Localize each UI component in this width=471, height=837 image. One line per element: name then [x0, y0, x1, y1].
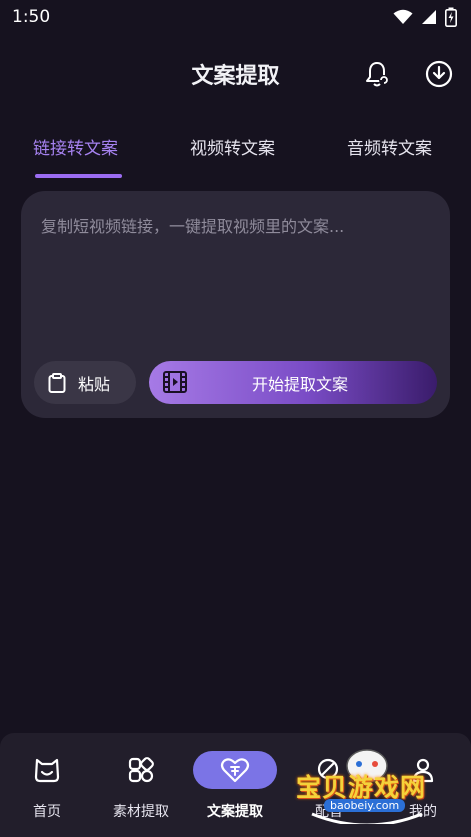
- link-input-card: 复制短视频链接，一键提取视频里的文案... 粘贴 开始提取文案: [21, 191, 450, 418]
- nav-material-extract[interactable]: 素材提取: [94, 733, 188, 837]
- download-circle-icon: [425, 60, 453, 88]
- nav-text-extract-label: 文案提取: [207, 804, 263, 820]
- home-face-icon: [34, 758, 60, 783]
- nav-material-extract-label: 素材提取: [113, 804, 169, 820]
- link-input[interactable]: 复制短视频链接，一键提取视频里的文案...: [41, 213, 430, 237]
- nav-text-extract[interactable]: 文案提取: [188, 733, 282, 837]
- signal-icon: [422, 10, 436, 24]
- status-icons: [393, 7, 457, 27]
- material-icon: [128, 757, 154, 783]
- battery-icon: [445, 7, 457, 27]
- clipboard-icon: [48, 372, 66, 393]
- active-tab-indicator: [35, 174, 122, 178]
- nav-home[interactable]: 首页: [0, 733, 94, 837]
- download-button[interactable]: [423, 58, 455, 90]
- film-icon: [163, 371, 187, 393]
- wifi-icon: [393, 9, 413, 24]
- page-title: 文案提取: [191, 64, 280, 89]
- tab-bar: 链接转文案 视频转文案 音频转文案: [0, 128, 471, 182]
- text-extract-icon: [220, 758, 250, 783]
- tab-audio-to-text[interactable]: 音频转文案: [347, 134, 432, 159]
- paste-label: 粘贴: [78, 374, 111, 394]
- status-bar: 1:50: [0, 0, 471, 34]
- watermark: 宝贝游戏网 baobeiy.com: [292, 744, 442, 824]
- watermark-url: baobeiy.com: [324, 799, 406, 812]
- start-extract-button[interactable]: 开始提取文案: [149, 361, 437, 404]
- paste-button[interactable]: 粘贴: [34, 361, 136, 404]
- nav-home-label: 首页: [33, 804, 61, 820]
- tab-video-to-text[interactable]: 视频转文案: [190, 134, 275, 159]
- start-extract-label: 开始提取文案: [251, 374, 348, 394]
- tab-link-to-text[interactable]: 链接转文案: [33, 134, 118, 159]
- app-header: 文案提取: [0, 46, 471, 102]
- notification-button[interactable]: [361, 58, 393, 90]
- bell-icon: [366, 62, 389, 87]
- status-time: 1:50: [12, 7, 51, 27]
